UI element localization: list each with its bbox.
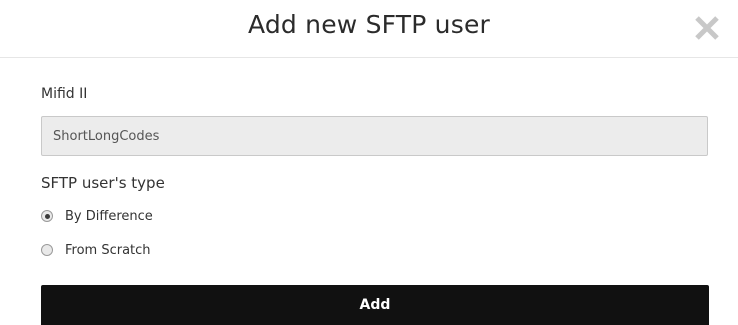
add-button[interactable]: Add (41, 285, 709, 325)
radio-button[interactable] (41, 244, 53, 256)
mifid-input[interactable] (41, 116, 708, 156)
radio-label: By Difference (65, 208, 153, 224)
radio-button[interactable] (41, 210, 53, 222)
radio-by-difference[interactable]: By Difference (41, 206, 153, 226)
close-icon (695, 16, 719, 40)
user-type-label: SFTP user's type (41, 174, 165, 192)
mifid-field-label: Mifid II (41, 86, 88, 102)
radio-from-scratch[interactable]: From Scratch (41, 240, 151, 260)
close-button[interactable] (692, 13, 722, 43)
add-sftp-user-dialog: Add new SFTP user Mifid II SFTP user's t… (0, 0, 738, 325)
dialog-title: Add new SFTP user (248, 10, 490, 39)
radio-label: From Scratch (65, 242, 151, 258)
dialog-header: Add new SFTP user (0, 0, 738, 58)
